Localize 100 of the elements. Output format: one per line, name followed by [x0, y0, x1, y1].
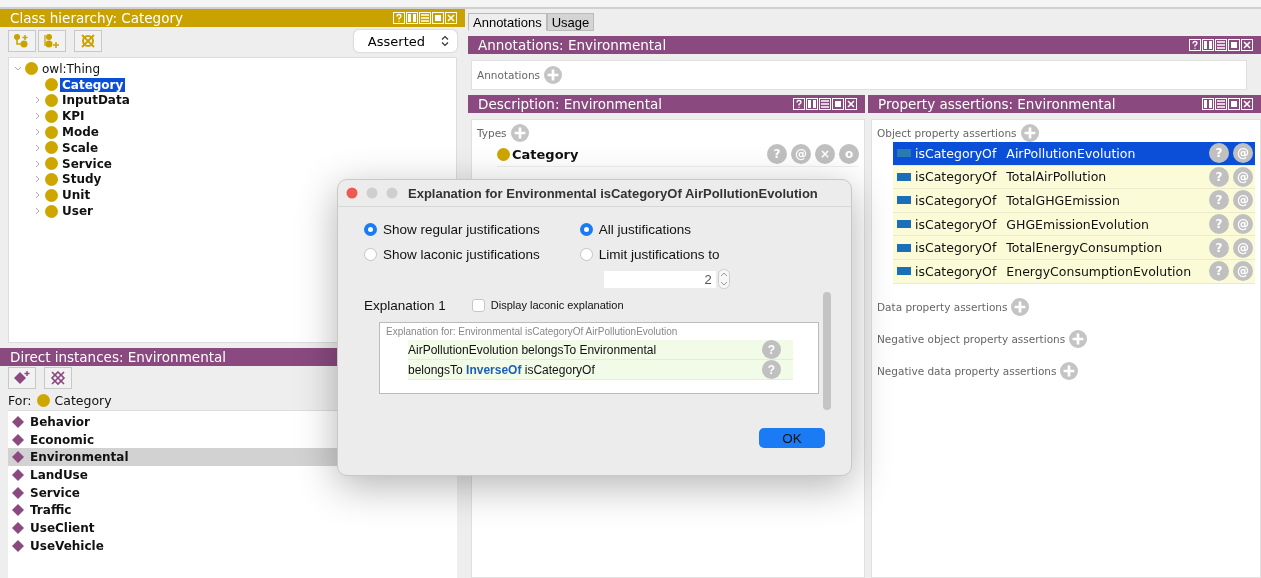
- nodes-plus-icon: [13, 33, 31, 49]
- tree-item[interactable]: Study: [60, 172, 104, 187]
- help-icon[interactable]: [793, 98, 805, 110]
- scrollbar[interactable]: [823, 292, 831, 410]
- columns-icon[interactable]: [1202, 98, 1214, 110]
- property-name: isCategoryOf: [915, 145, 997, 161]
- bar-icon: [897, 220, 911, 229]
- add-icon[interactable]: [510, 124, 529, 142]
- crossed-circle-icon: [79, 33, 97, 49]
- instance-item[interactable]: Economic: [8, 430, 457, 449]
- add-icon[interactable]: [1060, 361, 1079, 380]
- section-label: Negative object property assertions: [877, 332, 1066, 345]
- diamond-icon: [12, 468, 24, 481]
- close-icon[interactable]: [1241, 98, 1253, 110]
- bar-icon: [897, 149, 911, 158]
- type-entry: Category: [512, 146, 579, 162]
- close-icon[interactable]: [845, 98, 857, 110]
- tree-item[interactable]: Unit: [60, 188, 93, 203]
- radio-option[interactable]: Show laconic justifications: [364, 244, 540, 264]
- tree-item[interactable]: Scale: [60, 140, 101, 155]
- circle-icon: [45, 141, 58, 155]
- ok-button[interactable]: OK: [759, 428, 825, 448]
- stepper-icon[interactable]: [717, 269, 730, 289]
- circle-icon: [45, 172, 58, 186]
- circle-icon: [497, 147, 510, 161]
- section-label: Negative data property assertions: [877, 364, 1057, 377]
- bar-icon: [897, 267, 911, 276]
- radio-option[interactable]: All justifications: [579, 219, 730, 239]
- section-label: Object property assertions: [877, 127, 1017, 139]
- instance-item[interactable]: Traffic: [8, 501, 457, 520]
- diamond-icon: [12, 486, 24, 499]
- tree-item[interactable]: owl:Thing: [40, 61, 103, 76]
- add-icon[interactable]: [1020, 124, 1039, 142]
- minimize-icon[interactable]: [819, 98, 831, 110]
- bar-icon: [897, 243, 911, 252]
- axiom-text: AirPollutionEvolution belongsTo Environmental: [408, 342, 657, 357]
- panel-title: Class hierarchy: Category: [10, 10, 183, 26]
- diamond-icon: [12, 521, 24, 534]
- radio-option[interactable]: Limit justifications to: [579, 244, 730, 264]
- tree-item[interactable]: Category: [60, 77, 126, 92]
- maximize-icon[interactable]: [832, 98, 844, 110]
- property-name: isCategoryOf: [915, 240, 997, 256]
- help-icon[interactable]: [1189, 39, 1201, 51]
- add-subclass-button[interactable]: [8, 30, 36, 52]
- tab[interactable]: Annotations: [468, 13, 547, 31]
- add-sibling-button[interactable]: [38, 30, 66, 52]
- panel-title: Description: Environmental: [478, 96, 662, 112]
- instance-item[interactable]: Service: [8, 483, 457, 502]
- mode-dropdown[interactable]: Asserted: [353, 30, 457, 52]
- diamond-icon: [12, 504, 24, 517]
- for-label: For:: [8, 392, 32, 408]
- diamond-icon: [12, 539, 24, 552]
- add-icon[interactable]: [1011, 297, 1030, 316]
- property-value: EnergyConsumptionEvolution: [1006, 263, 1192, 279]
- instance-item[interactable]: UseVehicle: [8, 536, 457, 555]
- nodes-plus-icon: [43, 33, 61, 49]
- delete-class-button[interactable]: [74, 30, 102, 52]
- add-individual-button[interactable]: [8, 367, 36, 389]
- maximize-icon[interactable]: [1228, 39, 1240, 51]
- axiom-text: belongsTo InverseOf isCategoryOf: [408, 362, 595, 377]
- property-value: TotalAirPollution: [1006, 169, 1107, 185]
- tab[interactable]: Usage: [546, 13, 595, 31]
- instance-item[interactable]: LandUse: [8, 466, 457, 484]
- panel-title: Property assertions: Environmental: [878, 96, 1116, 112]
- instance-item[interactable]: Behavior: [8, 413, 457, 431]
- minimize-icon[interactable]: [1215, 39, 1227, 51]
- add-icon[interactable]: [544, 66, 563, 84]
- property-value: TotalGHGEmission: [1006, 193, 1120, 208]
- tree-item[interactable]: InputData: [60, 93, 132, 108]
- panel-title: Direct instances: Environmental: [10, 349, 226, 365]
- property-name: isCategoryOf: [915, 216, 997, 232]
- delete-individual-button[interactable]: [44, 367, 72, 389]
- columns-icon[interactable]: [1202, 39, 1214, 51]
- property-value: GHGEmissionEvolution: [1006, 216, 1149, 232]
- limit-field[interactable]: 2: [603, 270, 716, 288]
- diamond-icon: [12, 451, 24, 464]
- circle-icon: [45, 109, 58, 123]
- window-buttons-icon[interactable]: [346, 187, 398, 199]
- maximize-icon[interactable]: [1228, 98, 1240, 110]
- diamond-icon: [12, 433, 24, 446]
- panel-title: Annotations: Environmental: [478, 37, 667, 53]
- circle-icon: [25, 62, 38, 76]
- property-value: TotalEnergyConsumption: [1006, 240, 1163, 256]
- add-icon[interactable]: [1069, 329, 1088, 348]
- instance-item[interactable]: UseClient: [8, 519, 457, 537]
- close-icon[interactable]: [1241, 39, 1253, 51]
- circle-icon: [45, 204, 58, 218]
- circle-icon: [36, 393, 50, 407]
- circle-icon: [45, 157, 58, 171]
- columns-icon[interactable]: [806, 98, 818, 110]
- tree-item[interactable]: Mode: [60, 125, 101, 140]
- explanation-caption: Explanation for: Environmental isCategoryOf AirPollutionEvolution: [386, 326, 679, 339]
- for-class: Category: [54, 392, 112, 408]
- tree-item[interactable]: KPI: [60, 109, 87, 124]
- chevron-updown-icon: [441, 35, 449, 47]
- laconic-checkbox[interactable]: Display laconic explanation: [471, 298, 624, 312]
- tree-item[interactable]: Service: [60, 156, 114, 171]
- radio-option[interactable]: Show regular justifications: [364, 219, 540, 239]
- minimize-icon[interactable]: [1215, 98, 1227, 110]
- tree-item[interactable]: User: [60, 204, 95, 219]
